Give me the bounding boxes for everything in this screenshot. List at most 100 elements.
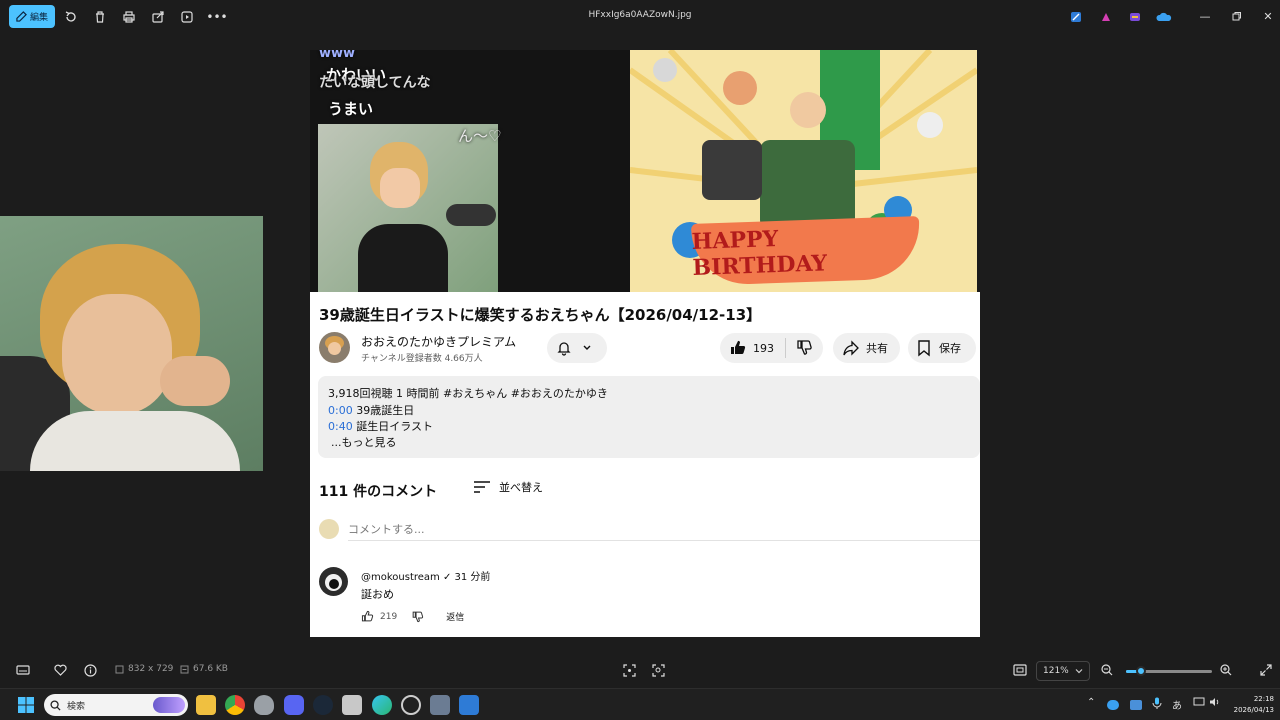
photos-app-window: 編集 ••• HFxxIg6a0AAZowN.jpg — ✕ www かわいい … — [0, 0, 1280, 688]
webcam-overlay — [0, 216, 263, 471]
bell-icon — [557, 342, 571, 356]
chat-overlay-line: うまい — [328, 100, 374, 118]
chevron-down-icon — [1075, 669, 1083, 674]
network-icon[interactable] — [1193, 697, 1205, 710]
shield-app-icon[interactable] — [254, 695, 274, 715]
onedrive-icon[interactable] — [1155, 8, 1173, 26]
share-arrow-icon — [843, 340, 859, 356]
file-explorer-icon[interactable] — [196, 695, 216, 715]
fit-to-window-icon[interactable] — [1013, 664, 1027, 676]
app-icon[interactable] — [342, 695, 362, 715]
comment-author[interactable]: @mokoustream ✓ 31 分前 — [361, 568, 490, 583]
like-button[interactable]: 193 — [729, 339, 774, 357]
visual-search-icon[interactable] — [652, 664, 665, 677]
zoom-slider[interactable] — [1126, 666, 1212, 676]
video-title: 39歳誕生日イラストに爆笑するおえちゃん【2026/04/12-13】 — [319, 306, 762, 324]
crop-icon[interactable] — [623, 664, 636, 677]
close-button[interactable]: ✕ — [1260, 8, 1276, 24]
chapter-timestamp[interactable]: 0:40 — [328, 420, 353, 433]
chapter-timestamp[interactable]: 0:00 — [328, 404, 353, 417]
thumbs-down-icon — [797, 339, 812, 355]
minimize-button[interactable]: — — [1197, 8, 1213, 24]
share-button[interactable]: 共有 — [833, 333, 900, 363]
zoom-level-dropdown[interactable]: 121% — [1036, 661, 1090, 681]
microphone-icon[interactable] — [1152, 697, 1162, 712]
zoom-in-icon[interactable] — [1220, 664, 1232, 676]
discord-icon[interactable] — [284, 695, 304, 715]
zoom-out-icon[interactable] — [1101, 664, 1113, 676]
subscriber-count: チャンネル登録者数 4.66万人 — [361, 354, 483, 364]
clock-date: 2026/04/13 — [1233, 706, 1274, 714]
thumbs-down-icon[interactable] — [411, 610, 424, 623]
channel-avatar[interactable] — [319, 332, 350, 363]
designer-app-icon[interactable] — [1097, 8, 1115, 26]
comment-text: 誕おめ — [361, 588, 394, 601]
save-label: 保存 — [939, 342, 961, 355]
save-button[interactable]: 保存 — [908, 333, 976, 363]
image-canvas[interactable]: www かわいい たいな頭してんな うまい ん〜♡ HAPPY BIRTHDAY… — [310, 50, 980, 637]
chat-overlay-line: ん〜♡ — [458, 127, 502, 145]
notification-bell-button[interactable] — [547, 333, 607, 363]
thumbs-up-icon[interactable] — [361, 610, 374, 623]
edge-icon[interactable] — [372, 695, 392, 715]
taskbar-search[interactable]: 検索 — [44, 694, 188, 716]
photos-editor-icon[interactable] — [1067, 8, 1085, 26]
comment-actions: 219 返信 — [361, 610, 464, 623]
chat-overlay-line: www — [319, 50, 356, 61]
chevron-up-icon[interactable]: ⌃ — [1087, 697, 1095, 708]
bookmark-icon — [918, 340, 930, 357]
zoom-value: 121% — [1043, 666, 1069, 676]
chapter-label: 39歳誕生日 — [356, 404, 415, 417]
clipchamp-icon[interactable] — [1126, 8, 1144, 26]
show-more-link[interactable]: ...もっと見る — [331, 434, 397, 450]
search-icon — [50, 699, 61, 711]
file-size-value: 67.6 KB — [193, 664, 228, 674]
onedrive-tray-icon[interactable] — [1107, 700, 1119, 710]
comment-avatar[interactable] — [319, 567, 348, 596]
chapter-row: 0:40 誕生日イラスト — [328, 418, 433, 434]
birthday-illustration: HAPPY BIRTHDAY — [630, 50, 977, 292]
file-size-icon — [180, 665, 189, 673]
ime-indicator[interactable]: あ — [1172, 697, 1182, 712]
description-box[interactable]: 3,918回視聴 1 時間前 #おえちゃん #おおえのたかゆき 0:00 39歳… — [318, 376, 980, 458]
sort-label: 並べ替え — [499, 481, 543, 494]
streamer-camera — [318, 124, 498, 292]
info-icon[interactable] — [84, 664, 97, 677]
clock[interactable]: 22:18 2026/04/13 — [1230, 694, 1274, 716]
obs-icon[interactable] — [401, 695, 421, 715]
start-button[interactable] — [18, 697, 34, 717]
sort-icon — [474, 481, 490, 493]
steam-icon[interactable] — [313, 695, 333, 715]
like-dislike-group: 193 — [720, 333, 823, 363]
image-dimensions: 832 x 729 — [115, 664, 173, 674]
comment-input[interactable]: コメントする... — [348, 521, 425, 537]
file-size: 67.6 KB — [180, 664, 228, 674]
windows-logo-icon — [18, 697, 34, 713]
filmstrip-icon[interactable] — [16, 664, 30, 676]
search-highlight-image — [153, 697, 185, 713]
favorite-icon[interactable] — [54, 664, 67, 676]
maximize-button[interactable] — [1228, 8, 1244, 24]
view-meta: 3,918回視聴 1 時間前 #おえちゃん #おおえのたかゆき — [328, 387, 608, 400]
windows-taskbar: 検索 ⌃ あ 22:18 2026/04/13 — [0, 688, 1280, 720]
sort-button[interactable]: 並べ替え — [473, 479, 543, 495]
image-size-icon — [115, 665, 124, 673]
file-name: HFxxIg6a0AAZowN.jpg — [588, 10, 692, 20]
camera-app-icon[interactable] — [430, 695, 450, 715]
chrome-icon[interactable] — [225, 695, 245, 715]
comments-count-heading: 111 件のコメント — [319, 484, 438, 500]
reply-button[interactable]: 返信 — [446, 610, 464, 623]
tray-app-icon[interactable] — [1130, 700, 1142, 710]
dislike-button[interactable] — [795, 338, 813, 359]
fullscreen-icon[interactable] — [1260, 664, 1272, 676]
dimensions-value: 832 x 729 — [128, 664, 174, 674]
stream-frame: www かわいい たいな頭してんな うまい ん〜♡ — [310, 50, 630, 292]
photos-app-icon[interactable] — [459, 695, 479, 715]
channel-name[interactable]: おおえのたかゆきプレミアム — [361, 333, 516, 350]
clock-time: 22:18 — [1253, 695, 1274, 703]
video-player[interactable]: www かわいい たいな頭してんな うまい ん〜♡ HAPPY BIRTHDAY — [310, 50, 980, 292]
search-placeholder: 検索 — [67, 701, 86, 712]
like-count: 193 — [753, 341, 774, 355]
volume-icon[interactable] — [1209, 697, 1221, 710]
thumbs-up-icon — [731, 340, 746, 355]
